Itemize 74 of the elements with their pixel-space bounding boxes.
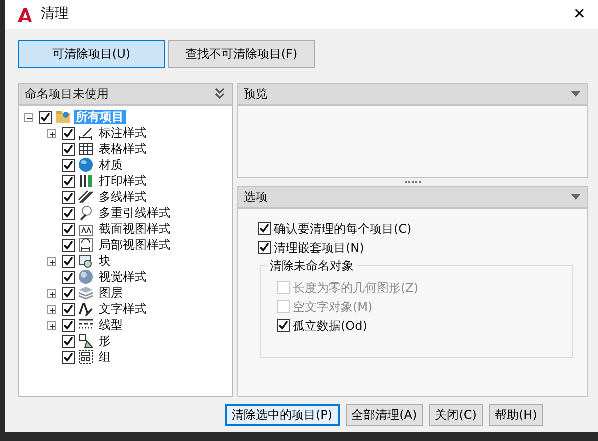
block-icon	[78, 253, 94, 269]
splitter-grip-icon[interactable]	[404, 180, 420, 184]
checkbox[interactable]	[39, 110, 52, 124]
tree-item[interactable]: 截面视图样式	[97, 222, 173, 236]
tree-item[interactable]: 局部视图样式	[97, 238, 173, 252]
tree-item[interactable]: 表格样式	[97, 142, 149, 156]
layers-icon	[78, 285, 94, 301]
dropdown-arrow-icon[interactable]	[571, 91, 581, 97]
tree-item[interactable]: 材质	[97, 158, 125, 172]
expand-icon[interactable]	[47, 288, 56, 298]
tree-item[interactable]: 标注样式	[97, 126, 149, 140]
tree-item[interactable]: 线型	[97, 318, 125, 332]
lines-icon	[78, 189, 94, 205]
option-label: 空文字对象(M)	[293, 298, 373, 316]
option-label: 长度为零的几何图形(Z)	[293, 280, 419, 296]
tree-item[interactable]: 文字样式	[97, 302, 149, 316]
expand-icon[interactable]	[47, 128, 56, 138]
panel-title: 选项	[244, 189, 269, 206]
group-title: 清除未命名对象	[267, 257, 357, 275]
tree-item[interactable]: 打印样式	[97, 174, 149, 188]
checkbox[interactable]	[62, 174, 75, 188]
double-chevron-icon[interactable]	[214, 88, 226, 100]
checkbox[interactable]	[62, 254, 75, 268]
logo-icon	[17, 6, 33, 22]
close-button[interactable]: ✕	[569, 3, 590, 26]
checkbox[interactable]	[62, 158, 75, 172]
checkbox[interactable]	[62, 270, 75, 284]
checkbox[interactable]	[258, 222, 271, 235]
checkbox[interactable]	[62, 238, 75, 252]
tree-item[interactable]: 形	[97, 334, 113, 348]
tab[interactable]: 查找不可清除项目(F)	[168, 40, 315, 68]
stripes-icon	[78, 173, 94, 189]
table-icon	[78, 141, 94, 157]
checkbox[interactable]	[62, 302, 75, 316]
tree-item[interactable]: 多重引线样式	[97, 206, 173, 220]
sphere-icon	[78, 269, 94, 285]
checkbox[interactable]	[62, 334, 75, 348]
dialog-button[interactable]: 关闭(C)	[429, 404, 483, 426]
option-label: 孤立数据(Od)	[293, 318, 368, 334]
option-label: 清理嵌套项目(N)	[274, 240, 364, 256]
checkbox[interactable]	[62, 126, 75, 140]
folder-icon	[55, 109, 71, 125]
checkbox[interactable]	[62, 222, 75, 236]
tree-item[interactable]: 组	[97, 350, 113, 364]
checkbox[interactable]	[62, 206, 75, 220]
expand-icon[interactable]	[47, 320, 56, 330]
shape-icon	[78, 333, 94, 349]
window-title: 清理	[41, 5, 69, 24]
option-label: 确认要清理的每个项目(C)	[274, 220, 412, 238]
checkbox[interactable]	[62, 350, 75, 364]
globe-icon	[78, 157, 94, 173]
checkbox[interactable]	[62, 286, 75, 300]
detail-icon	[78, 237, 94, 253]
dimension-icon	[78, 125, 94, 141]
tree-item[interactable]: 多线样式	[97, 190, 149, 204]
dropdown-arrow-icon[interactable]	[571, 194, 581, 200]
checkbox[interactable]	[258, 241, 271, 254]
checkbox[interactable]	[62, 318, 75, 332]
dialog-button[interactable]: 帮助(H)	[488, 404, 544, 426]
tree-item[interactable]: 图层	[97, 286, 125, 300]
panel-title: 命名项目未使用	[25, 86, 110, 103]
checkbox[interactable]	[277, 319, 290, 332]
tab[interactable]: 可清除项目(U)	[18, 40, 165, 68]
tree-item[interactable]: 视觉样式	[97, 270, 149, 284]
group-icon	[78, 349, 94, 365]
dialog-button[interactable]: 全部清理(A)	[346, 404, 424, 426]
expand-icon[interactable]	[47, 256, 56, 266]
collapse-icon[interactable]	[24, 112, 33, 122]
dialog-button[interactable]: 清除选中的项目(P)	[225, 404, 340, 426]
expand-icon[interactable]	[47, 304, 56, 314]
checkbox[interactable]	[62, 190, 75, 204]
tree-item[interactable]: 块	[97, 254, 113, 268]
panel-title: 预览	[244, 86, 269, 103]
checkbox[interactable]	[62, 142, 75, 156]
